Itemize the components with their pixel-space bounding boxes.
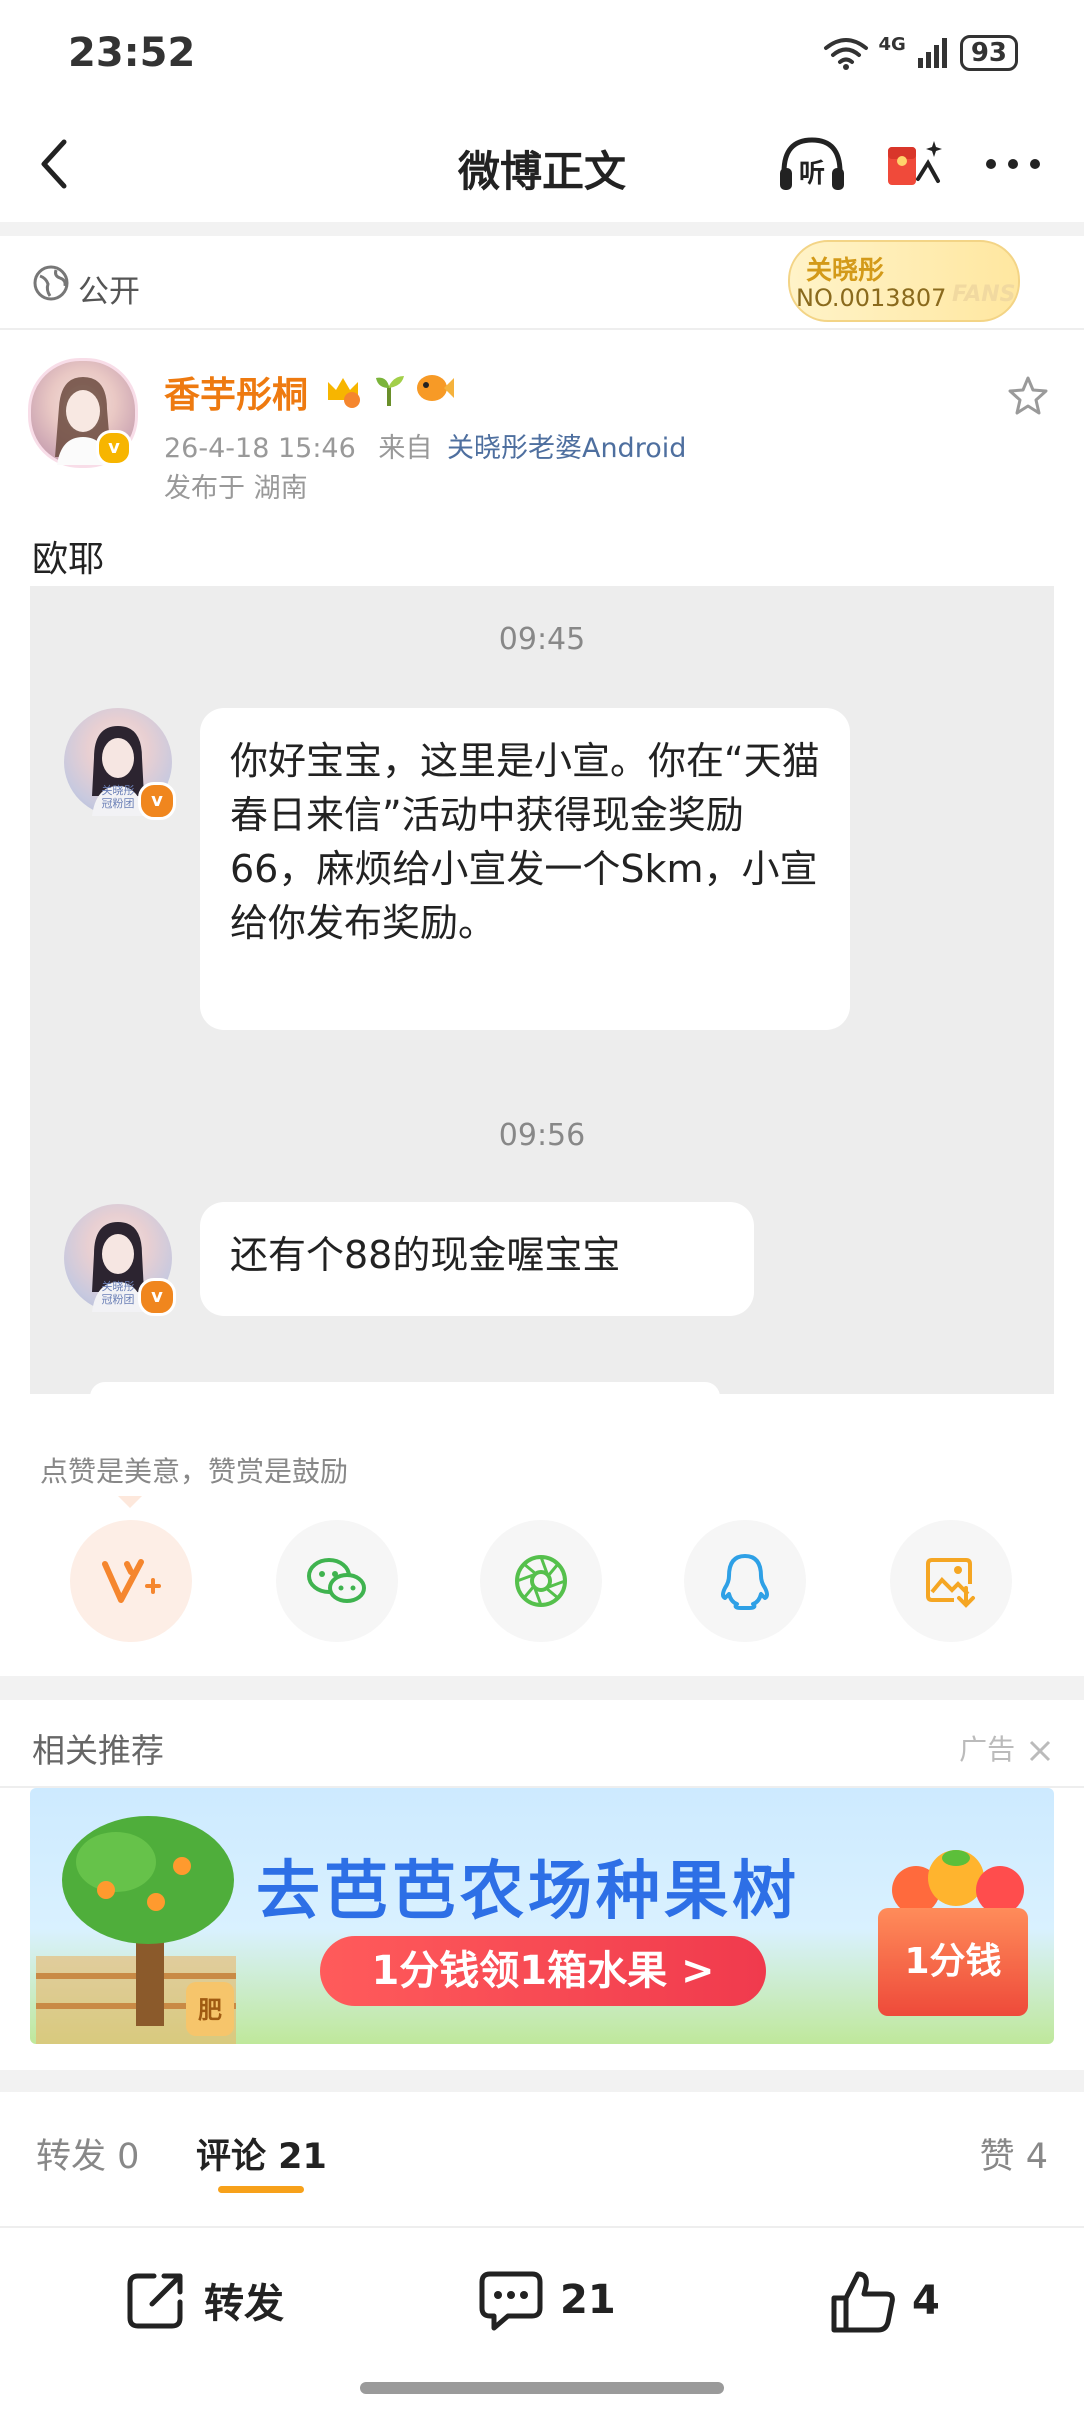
ad-label[interactable]: 广告 xyxy=(959,1728,1052,1768)
red-packet-button[interactable] xyxy=(884,132,946,196)
chat-bubble: 你好宝宝，这里是小宣。你在“天猫春日来信”活动中获得现金奖励66，麻烦给小宣发一… xyxy=(200,708,850,1030)
comment-button[interactable]: 21 xyxy=(478,2268,616,2332)
tab-active-indicator xyxy=(218,2186,304,2193)
comment-count: 21 xyxy=(560,2277,616,2323)
network-type: 4G xyxy=(878,34,906,55)
more-button[interactable] xyxy=(982,140,1044,188)
globe-icon xyxy=(33,265,69,301)
status-icons: 4G 93 xyxy=(823,34,1018,71)
battery-indicator: 93 xyxy=(959,34,1018,71)
repost-button[interactable]: 转发 xyxy=(124,2268,284,2332)
close-icon[interactable] xyxy=(1028,1739,1052,1763)
save-image-icon xyxy=(926,1558,975,1608)
fertilizer-bag-label: 肥 xyxy=(198,1996,222,2024)
post-date: 26-4-18 15:46 xyxy=(164,433,356,464)
share-moments-button[interactable] xyxy=(480,1520,602,1642)
save-image-button[interactable] xyxy=(890,1520,1012,1642)
thumbs-up-icon xyxy=(831,2271,895,2333)
like-button[interactable]: 4 xyxy=(830,2268,940,2334)
author-name[interactable]: 香芋彤桐 xyxy=(164,366,308,418)
repost-label: 转发 xyxy=(204,2281,284,2327)
ad-divider xyxy=(0,2070,1084,2092)
svg-text:关晓彤: 关晓彤 xyxy=(102,783,135,797)
chat-timestamp: 09:45 xyxy=(498,622,586,657)
qq-icon xyxy=(721,1554,769,1610)
more-dots-icon xyxy=(986,159,1040,169)
post-meta: 26-4-18 15:46 来自 关晓彤老婆Android xyxy=(164,426,686,465)
fish-badge-icon xyxy=(417,375,454,401)
chat-verified-icon: v xyxy=(138,782,176,820)
ad-label-text: 广告 xyxy=(959,1733,1016,1766)
tabs-divider xyxy=(0,2226,1084,2228)
ad-price-tag: 1分钱 xyxy=(878,1908,1028,2016)
red-packet-icon xyxy=(888,141,942,185)
wifi-icon xyxy=(823,37,868,70)
ad-cta-button[interactable]: 1分钱领1箱水果 > xyxy=(320,1936,766,2006)
svg-text:关晓彤: 关晓彤 xyxy=(102,1279,135,1293)
moments-icon xyxy=(515,1555,567,1607)
home-indicator[interactable] xyxy=(360,2382,724,2394)
star-favorite-icon[interactable] xyxy=(1006,374,1050,418)
visibility-label: 公开 xyxy=(78,274,140,310)
post-location: 发布于 湖南 xyxy=(164,473,308,504)
tooltip-caret-icon xyxy=(118,1496,142,1508)
post-image[interactable]: 09:45 关晓彤 冠粉团 v 你好宝宝，这里是小宣。你在“天猫春日来信”活动中… xyxy=(30,586,1054,1394)
post-text: 欧耶 xyxy=(32,539,105,580)
tab-comment[interactable]: 评论 21 xyxy=(196,2128,327,2179)
fans-badge-number: NO.0013807 xyxy=(796,284,947,312)
sprout-icon xyxy=(376,376,404,406)
fans-badge-word: FANS xyxy=(952,282,1016,307)
fruit-tree-illustration: 肥 xyxy=(36,1816,236,2044)
section-divider xyxy=(0,328,1084,330)
signal-icon xyxy=(917,37,947,68)
status-time: 23:52 xyxy=(68,30,196,76)
verified-badge-icon: v xyxy=(96,430,132,466)
headphones-listen-icon: 听 xyxy=(780,137,844,190)
repost-icon xyxy=(127,2273,183,2329)
fruit-basket-illustration xyxy=(892,1850,1024,1914)
tab-like[interactable]: 赞 4 xyxy=(980,2128,1048,2179)
fans-badge-name: 关晓彤 xyxy=(806,256,885,286)
chat-timestamp: 09:56 xyxy=(498,1118,586,1153)
wechat-icon xyxy=(307,1558,366,1603)
reward-divider xyxy=(0,1676,1084,1700)
nav-divider xyxy=(0,222,1084,236)
listen-button[interactable]: 听 xyxy=(776,132,848,196)
comment-icon xyxy=(479,2271,543,2331)
ad-headline: 去芭芭农场种果树 xyxy=(256,1855,800,1929)
like-count: 4 xyxy=(912,2278,940,2324)
ad-banner[interactable]: 肥 去芭芭农场种果树 1分钱领1箱水果 > 1分钱 xyxy=(30,1788,1054,2044)
reward-v-icon xyxy=(102,1559,161,1603)
reward-button[interactable] xyxy=(70,1520,192,1642)
reward-hint: 点赞是美意，赞赏是鼓励 xyxy=(40,1455,349,1488)
svg-text:听: 听 xyxy=(799,159,825,189)
chat-verified-icon: v xyxy=(138,1278,176,1316)
tab-repost[interactable]: 转发 0 xyxy=(36,2128,139,2179)
chat-bubble: 还有个88的现金喔宝宝 xyxy=(200,1202,754,1316)
share-qq-button[interactable] xyxy=(684,1520,806,1642)
svg-text:冠粉团: 冠粉团 xyxy=(102,1293,135,1306)
post-source-link[interactable]: 关晓彤老婆Android xyxy=(447,433,686,464)
post-from-prefix: 来自 xyxy=(378,433,433,464)
crown-level-icon xyxy=(328,378,360,408)
svg-text:冠粉团: 冠粉团 xyxy=(102,797,135,810)
chat-bubble-partial xyxy=(90,1382,720,1394)
share-wechat-button[interactable] xyxy=(276,1520,398,1642)
recommend-title: 相关推荐 xyxy=(32,1731,164,1770)
